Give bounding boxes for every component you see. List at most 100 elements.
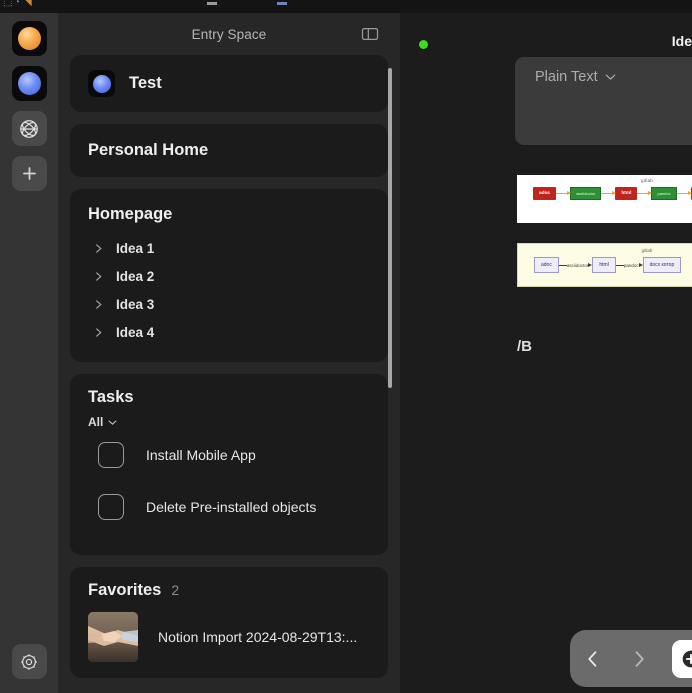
favorites-title: Favorites xyxy=(88,581,162,599)
code-language-dropdown[interactable]: Plain Text xyxy=(515,57,692,85)
chrome-glyph-3: ◥ xyxy=(24,0,32,8)
sidebar-item-test-label: Test xyxy=(129,74,162,92)
favorites-card: Favorites 2 Notion Import 2024-08-29T13:… xyxy=(70,567,388,678)
plus-icon xyxy=(22,167,36,180)
list-item[interactable]: Notion Import 2024-08-29T13:... xyxy=(70,612,388,662)
handshake-photo-icon xyxy=(88,612,138,662)
arrow-icon xyxy=(556,191,572,195)
edge-line xyxy=(615,264,624,266)
diagram-edge-asciidoctor: asciidoctor xyxy=(558,262,593,268)
editor-text[interactable]: /B xyxy=(517,338,532,355)
sidebar-scrollbar[interactable] xyxy=(388,68,392,388)
diagram-node-pandoc: pandoc xyxy=(651,187,677,200)
diagram-node-docx: docx котор xyxy=(642,257,682,273)
sidebar-item-idea-4[interactable]: Idea 4 xyxy=(70,318,388,346)
sidebar-panel-toggle-button[interactable] xyxy=(360,24,380,44)
diagram-node-adoc: adoc xyxy=(533,187,557,200)
sidebar-item-idea-1[interactable]: Idea 1 xyxy=(70,234,388,262)
chevron-right-icon xyxy=(94,327,106,338)
sidebar-item-idea-2-label: Idea 2 xyxy=(116,268,155,284)
diagram-flow: adoc asciidoctor html pandoc docx котор xyxy=(518,257,692,273)
add-button[interactable] xyxy=(672,639,692,678)
task-item[interactable]: Install Mobile App xyxy=(70,429,388,481)
globe-button[interactable] xyxy=(11,111,47,146)
sidebar-header: Entry Space xyxy=(58,13,400,55)
add-workspace-button[interactable] xyxy=(11,156,47,191)
handshake-photo-thumbnail xyxy=(88,612,138,662)
workspace-avatar-orange[interactable] xyxy=(11,21,47,56)
favorites-header: Favorites 2 xyxy=(70,581,388,600)
sidebar-item-personal-home[interactable]: Personal Home xyxy=(70,124,388,177)
gear-icon xyxy=(21,653,37,670)
blue-orb-avatar-icon xyxy=(17,72,41,95)
chrome-glyph-1: ⬚ xyxy=(3,0,13,8)
globe-icon xyxy=(20,119,38,138)
left-rail xyxy=(0,13,58,693)
chrome-glyph-5: ▬ xyxy=(277,0,287,8)
task-label: Install Mobile App xyxy=(146,447,256,463)
blue-orb-icon xyxy=(92,74,111,93)
task-label: Delete Pre-installed objects xyxy=(146,499,317,515)
sidebar-item-idea-3-label: Idea 3 xyxy=(116,296,155,312)
sidebar-item-idea-2[interactable]: Idea 2 xyxy=(70,262,388,290)
chevron-down-icon xyxy=(108,419,117,425)
chrome-glyph-2: ◔ xyxy=(14,0,21,8)
tasks-filter-label: All xyxy=(88,415,104,429)
workspace-avatar-blue[interactable] xyxy=(11,66,47,101)
settings-button[interactable] xyxy=(11,644,47,679)
diagram-title: gitlab xyxy=(641,178,653,183)
sidebar-title: Entry Space xyxy=(191,26,267,42)
diagram-edge-label: pandoc xyxy=(623,262,639,268)
chevron-right-icon xyxy=(94,299,106,310)
chevron-down-icon xyxy=(605,74,615,80)
main-content: Ide Plain Text gitlab adoc asciidoctor h… xyxy=(400,13,692,693)
sidebar-item-test[interactable]: Test xyxy=(70,55,388,112)
diagram-flow: adoc asciidoctor html pandoc docx копир xyxy=(517,187,692,200)
task-checkbox[interactable] xyxy=(98,442,124,468)
homepage-title: Homepage xyxy=(88,205,173,223)
diagram-edge-label: asciidoctor xyxy=(566,262,589,268)
diagram-title: gitlab xyxy=(641,248,653,253)
gitlab-flow-light-diagram[interactable]: gitlab adoc asciidoctor html pandoc docx… xyxy=(517,243,692,287)
sidebar-panel-icon xyxy=(361,27,379,41)
chrome-glyph-4: ▬ xyxy=(207,0,217,8)
test-space-icon-wrap xyxy=(88,70,115,97)
edge-line xyxy=(558,264,567,266)
tasks-title: Tasks xyxy=(88,388,134,406)
sidebar-item-personal-home-label: Personal Home xyxy=(88,141,209,159)
floating-navigation-toolbar xyxy=(570,630,692,687)
back-button[interactable] xyxy=(570,630,616,687)
favorites-count: 2 xyxy=(171,582,180,598)
diagram-node-asciidoctor: asciidoctor xyxy=(570,187,602,200)
chevron-left-icon xyxy=(588,650,597,667)
plus-icon xyxy=(682,650,692,667)
diagram-edge-pandoc: pandoc xyxy=(615,262,643,268)
task-item[interactable]: Delete Pre-installed objects xyxy=(70,481,388,533)
gitlab-flow-dark-diagram[interactable]: gitlab adoc asciidoctor html pandoc docx… xyxy=(517,175,692,223)
top-chrome-strip: ⬚ ◔ ◥ ▬ ▬ xyxy=(0,0,692,13)
sidebar: Entry Space Test Personal Home Homepage … xyxy=(58,13,400,693)
diagram-node-html: html xyxy=(615,187,638,200)
sidebar-item-idea-1-label: Idea 1 xyxy=(116,240,155,256)
sidebar-item-idea-4-label: Idea 4 xyxy=(116,324,155,340)
list-item-label: Notion Import 2024-08-29T13:... xyxy=(158,629,358,645)
main-header: Ide xyxy=(400,13,692,55)
arrow-icon xyxy=(601,191,617,195)
arrow-icon xyxy=(637,191,653,195)
tasks-card: Tasks All Install Mobile App Delete Pre-… xyxy=(70,374,388,555)
tasks-filter-dropdown[interactable]: All xyxy=(70,415,388,429)
diagram-node-html: html xyxy=(592,257,616,273)
sidebar-scroll-area[interactable]: Test Personal Home Homepage Idea 1 Idea … xyxy=(58,55,400,693)
arrow-icon xyxy=(676,191,692,195)
chevron-right-icon xyxy=(94,243,106,254)
forward-button[interactable] xyxy=(616,630,662,687)
task-checkbox[interactable] xyxy=(98,494,124,520)
homepage-card: Homepage Idea 1 Idea 2 Idea 3 Idea 4 xyxy=(70,189,388,362)
app-root: ⬚ ◔ ◥ ▬ ▬ Entry Space Test Personal Home… xyxy=(0,0,692,693)
sidebar-item-idea-3[interactable]: Idea 3 xyxy=(70,290,388,318)
code-block[interactable]: Plain Text xyxy=(515,57,692,145)
chevron-right-icon xyxy=(94,271,106,282)
orange-orb-avatar-icon xyxy=(17,27,41,50)
status-indicator-dot xyxy=(419,40,428,49)
chevron-right-icon xyxy=(635,650,644,667)
